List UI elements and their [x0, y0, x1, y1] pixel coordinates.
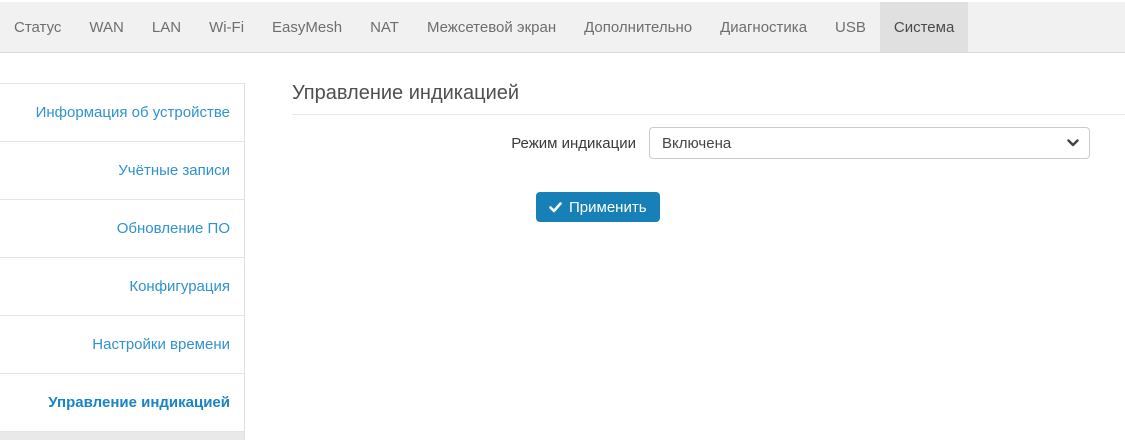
nav-tab-system[interactable]: Система	[879, 2, 969, 52]
nav-tab-lan[interactable]: LAN	[138, 2, 195, 52]
nav-tab-wifi[interactable]: Wi-Fi	[195, 2, 258, 52]
nav-tab-nat[interactable]: NAT	[356, 2, 413, 52]
sidebar-item-firmware-update[interactable]: Обновление ПО	[0, 200, 244, 258]
nav-tab-easymesh[interactable]: EasyMesh	[258, 2, 356, 52]
sidebar-item-configuration[interactable]: Конфигурация	[0, 258, 244, 316]
page-title: Управление индикацией	[292, 82, 520, 104]
apply-button-row: Применить	[536, 192, 1125, 222]
sidebar-item-led-control[interactable]: Управление индикацией	[0, 374, 244, 432]
nav-tab-diagnostics[interactable]: Диагностика	[706, 2, 821, 52]
page-layout: Информация об устройстве Учётные записи …	[0, 53, 1125, 440]
system-sidebar: Информация об устройстве Учётные записи …	[0, 83, 245, 440]
title-divider	[292, 114, 1125, 115]
indication-mode-select-wrap: Включена	[649, 127, 1090, 159]
sidebar-item-device-info[interactable]: Информация об устройстве	[0, 84, 244, 142]
nav-tab-advanced[interactable]: Дополнительно	[570, 2, 706, 52]
sidebar-next-item-peek	[0, 432, 244, 440]
sidebar-item-time-settings[interactable]: Настройки времени	[0, 316, 244, 374]
sidebar-item-accounts[interactable]: Учётные записи	[0, 142, 244, 200]
check-icon	[549, 201, 562, 213]
indication-mode-row: Режим индикации Включена	[292, 127, 1125, 159]
nav-tab-firewall[interactable]: Межсетевой экран	[413, 2, 570, 52]
nav-tab-wan[interactable]: WAN	[75, 2, 137, 52]
main-content: Управление индикацией Режим индикации Вк…	[245, 53, 1125, 440]
apply-button[interactable]: Применить	[536, 192, 660, 222]
apply-button-label: Применить	[569, 198, 647, 216]
indication-mode-label: Режим индикации	[511, 134, 636, 152]
nav-tab-usb[interactable]: USB	[821, 2, 880, 52]
top-navigation: Статус WAN LAN Wi-Fi EasyMesh NAT Межсет…	[0, 2, 1125, 53]
indication-mode-select[interactable]: Включена	[649, 127, 1090, 159]
nav-tab-status[interactable]: Статус	[0, 2, 75, 52]
